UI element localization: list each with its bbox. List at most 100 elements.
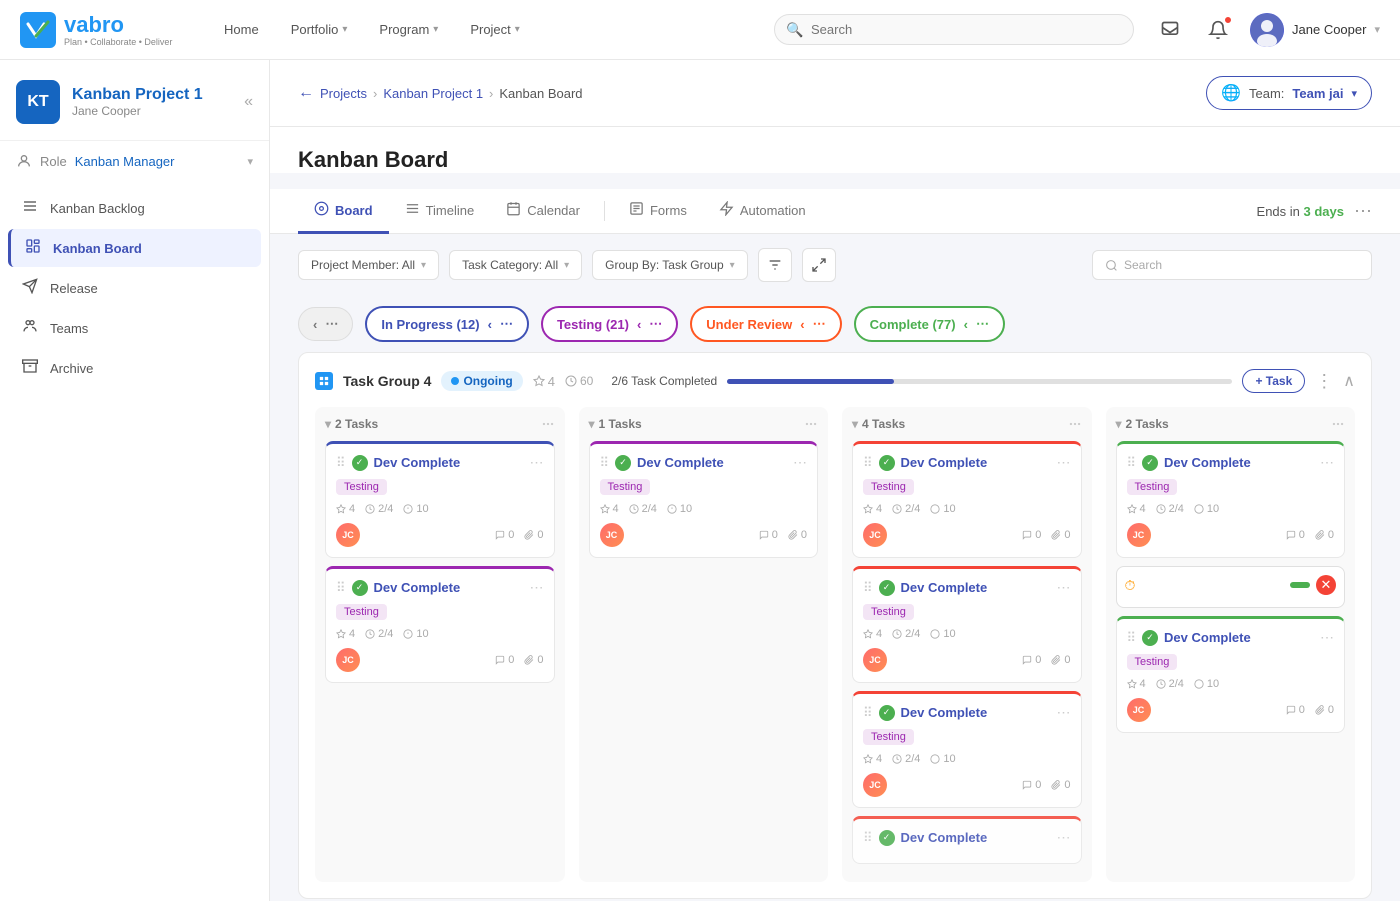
task-group-collapse-btn[interactable]: ∧ xyxy=(1343,371,1355,391)
breadcrumb-projects[interactable]: Projects xyxy=(320,86,367,101)
task-group-time-value: 60 xyxy=(580,374,593,388)
sidebar-collapse-btn[interactable]: « xyxy=(244,93,253,111)
col-header-testing[interactable]: Testing (21) ‹ ⋯ xyxy=(541,306,678,342)
nav-project[interactable]: Project ▾ xyxy=(456,16,534,43)
tab-board[interactable]: Board xyxy=(298,189,389,234)
task-title[interactable]: Dev Complete xyxy=(374,580,524,595)
task-group-menu-btn[interactable]: ⋮ xyxy=(1315,371,1333,392)
drag-handle-icon[interactable]: ⠿ xyxy=(863,455,873,471)
kanban-search[interactable]: Search xyxy=(1092,250,1372,280)
col-complete-arrow: ‹ xyxy=(964,317,968,332)
task-title[interactable]: Dev Complete xyxy=(901,580,1051,595)
kcol-arrow-underreview[interactable]: ▾ xyxy=(852,417,858,431)
task-meta: 4 2/4 10 xyxy=(600,503,808,515)
task-title[interactable]: Dev Complete xyxy=(637,455,787,470)
team-selector[interactable]: 🌐 Team: Team jai ▾ xyxy=(1206,76,1372,110)
col-header-inprogress[interactable]: In Progress (12) ‹ ⋯ xyxy=(365,306,529,342)
task-more-btn[interactable]: ⋯ xyxy=(1057,454,1071,471)
global-search-input[interactable] xyxy=(774,14,1134,45)
task-more-btn[interactable]: ⋯ xyxy=(1057,829,1071,846)
kcol-header-testing: ▾ 1 Tasks xyxy=(589,417,819,431)
sidebar-item-release[interactable]: Release xyxy=(8,269,261,307)
notifications-icon-btn[interactable] xyxy=(1202,14,1234,46)
col-testing-more[interactable]: ⋯ xyxy=(649,316,662,332)
drag-handle-icon[interactable]: ⠿ xyxy=(600,455,610,471)
task-group-star-count: 4 xyxy=(548,374,555,389)
task-title[interactable]: Dev Complete xyxy=(901,705,1051,720)
drag-handle-icon[interactable]: ⠿ xyxy=(1127,630,1137,646)
col-complete-more[interactable]: ⋯ xyxy=(976,316,989,332)
kcol-arrow-complete[interactable]: ▾ xyxy=(1116,417,1122,431)
approve-btn[interactable] xyxy=(1290,582,1310,588)
role-value[interactable]: Kanban Manager xyxy=(75,154,175,169)
drag-handle-icon[interactable]: ⠿ xyxy=(863,830,873,846)
logo[interactable]: vabro Plan • Collaborate • Deliver xyxy=(20,12,180,48)
col-header-empty[interactable]: ‹ ⋯ xyxy=(298,307,353,341)
kcol-arrow-inprogress[interactable]: ▾ xyxy=(325,417,331,431)
task-check-icon: ✓ xyxy=(352,580,368,596)
nav-portfolio[interactable]: Portfolio ▾ xyxy=(277,16,362,43)
calendar-tab-label: Calendar xyxy=(527,203,580,218)
col-underreview-more[interactable]: ⋯ xyxy=(813,316,826,332)
task-card: ⠿ ✓ Dev Complete ⋯ Testing 4 2/4 10 xyxy=(852,691,1082,808)
user-profile[interactable]: Jane Cooper ▾ xyxy=(1250,13,1380,47)
add-task-btn[interactable]: + Task xyxy=(1242,369,1305,393)
tab-calendar[interactable]: Calendar xyxy=(490,189,596,234)
sidebar-item-kanban-backlog[interactable]: Kanban Backlog xyxy=(8,189,261,227)
fullscreen-btn[interactable] xyxy=(802,248,836,282)
kcol-dots-testing[interactable] xyxy=(804,417,818,431)
drag-handle-icon[interactable]: ⠿ xyxy=(336,580,346,596)
drag-handle-icon[interactable]: ⠿ xyxy=(1127,455,1137,471)
sidebar-item-teams[interactable]: Teams xyxy=(8,309,261,347)
kcol-dots-underreview[interactable] xyxy=(1068,417,1082,431)
col-header-underreview[interactable]: Under Review ‹ ⋯ xyxy=(690,306,841,342)
task-title[interactable]: Dev Complete xyxy=(1164,455,1314,470)
task-more-btn[interactable]: ⋯ xyxy=(793,454,807,471)
task-more-btn[interactable]: ⋯ xyxy=(1320,629,1334,646)
kcol-arrow-testing[interactable]: ▾ xyxy=(589,417,595,431)
tab-forms[interactable]: Forms xyxy=(613,189,703,234)
sidebar-item-kanban-board[interactable]: Kanban Board xyxy=(8,229,261,267)
group-by-filter[interactable]: Group By: Task Group ▾ xyxy=(592,250,748,280)
task-title[interactable]: Dev Complete xyxy=(901,455,1051,470)
team-label: Team: xyxy=(1249,86,1284,101)
sidebar-item-archive[interactable]: Archive xyxy=(8,349,261,387)
task-title[interactable]: Dev Complete xyxy=(901,830,1051,845)
teams-icon xyxy=(20,318,40,338)
col-inprogress-more[interactable]: ⋯ xyxy=(500,316,513,332)
task-time-meta: 10 xyxy=(403,503,428,515)
task-more-btn[interactable]: ⋯ xyxy=(1057,579,1071,596)
reject-btn[interactable]: ✕ xyxy=(1316,575,1336,595)
col-header-complete[interactable]: Complete (77) ‹ ⋯ xyxy=(854,306,1005,342)
kcol-dots-inprogress[interactable] xyxy=(541,417,555,431)
task-more-btn[interactable]: ⋯ xyxy=(1057,704,1071,721)
nav-program[interactable]: Program ▾ xyxy=(365,16,452,43)
nav-home[interactable]: Home xyxy=(210,16,273,43)
task-more-btn[interactable]: ⋯ xyxy=(530,454,544,471)
drag-handle-icon[interactable]: ⠿ xyxy=(863,705,873,721)
task-category-filter[interactable]: Task Category: All ▾ xyxy=(449,250,582,280)
tab-automation[interactable]: Automation xyxy=(703,189,822,234)
backlog-icon xyxy=(20,198,40,218)
header-more-btn[interactable]: ⋯ xyxy=(1354,201,1372,222)
kcol-dots-complete[interactable] xyxy=(1331,417,1345,431)
task-more-btn[interactable]: ⋯ xyxy=(1320,454,1334,471)
role-chevron-icon[interactable]: ▾ xyxy=(247,155,253,168)
messages-icon-btn[interactable] xyxy=(1154,14,1186,46)
breadcrumb-project-name[interactable]: Kanban Project 1 xyxy=(383,86,483,101)
tab-timeline[interactable]: Timeline xyxy=(389,189,491,234)
task-more-btn[interactable]: ⋯ xyxy=(530,579,544,596)
drag-handle-icon[interactable]: ⠿ xyxy=(336,455,346,471)
project-member-filter[interactable]: Project Member: All ▾ xyxy=(298,250,439,280)
col-left-arrow-icon: ‹ xyxy=(313,317,317,332)
task-title[interactable]: Dev Complete xyxy=(374,455,524,470)
project-name[interactable]: Kanban Project 1 xyxy=(72,86,203,104)
task-title[interactable]: Dev Complete xyxy=(1164,630,1314,645)
breadcrumb-back-icon[interactable]: ← xyxy=(298,84,314,102)
drag-handle-icon[interactable]: ⠿ xyxy=(863,580,873,596)
task-avatar: JC xyxy=(1127,523,1151,547)
task-group-progress-bar xyxy=(727,379,1232,384)
filter-settings-btn[interactable] xyxy=(758,248,792,282)
sidebar: KT Kanban Project 1 Jane Cooper « Role K… xyxy=(0,60,270,901)
user-name: Jane Cooper xyxy=(1292,22,1366,37)
